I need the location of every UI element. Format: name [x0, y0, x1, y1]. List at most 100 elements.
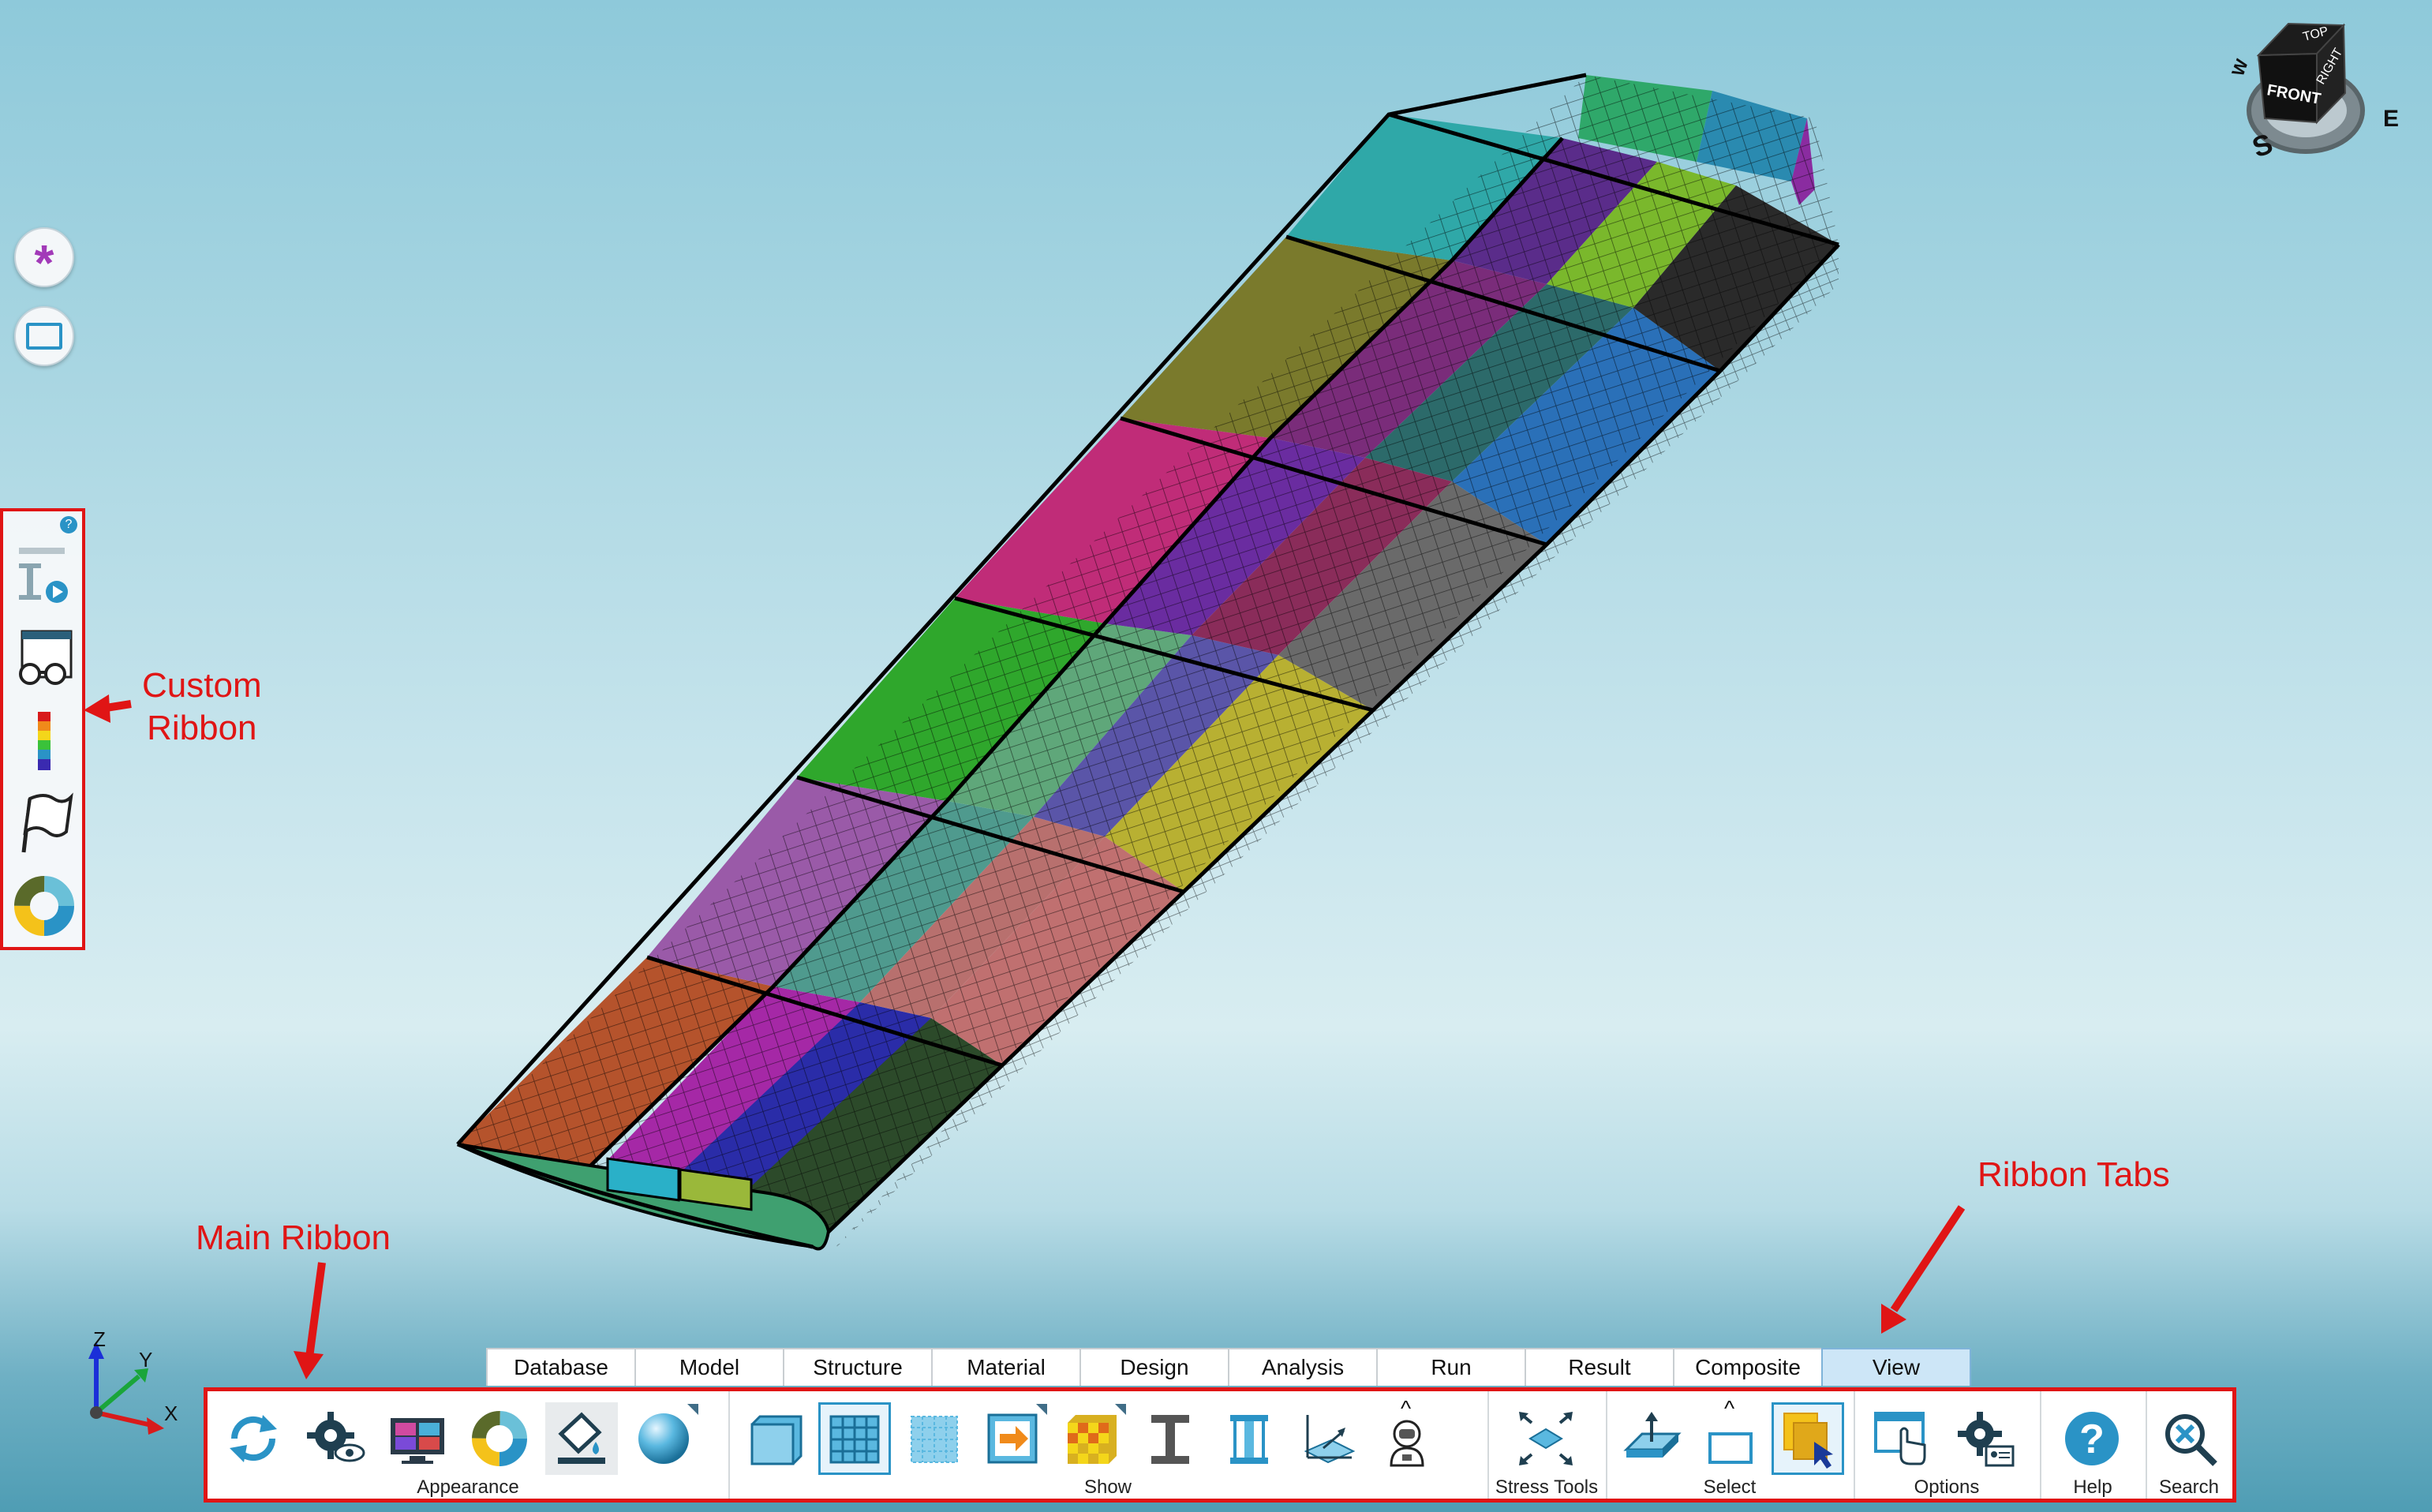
select-rect-button[interactable]: ^ — [1694, 1396, 1767, 1475]
search-icon — [2165, 1414, 2217, 1466]
group-label-appearance: Appearance — [417, 1476, 519, 1498]
compass-e-label[interactable]: E — [2383, 106, 2399, 132]
mesh-grid-button[interactable] — [818, 1402, 891, 1475]
arrow-panel-button[interactable] — [976, 1402, 1049, 1475]
fill-bucket-icon — [558, 1412, 605, 1464]
i-beam-button[interactable] — [1134, 1402, 1207, 1475]
custom-ribbon-item[interactable] — [13, 792, 76, 855]
view-settings-icon — [307, 1412, 365, 1462]
axis-triad: Z Y X — [88, 1327, 178, 1435]
dotted-mesh-button[interactable] — [897, 1402, 970, 1475]
select-layers-button[interactable] — [1772, 1402, 1844, 1475]
tab-composite[interactable]: Composite — [1673, 1348, 1823, 1386]
refresh-icon — [230, 1415, 277, 1462]
color-bar-icon — [38, 712, 51, 770]
window-pointer-icon — [1874, 1412, 1926, 1465]
i-beam-blue-icon — [1230, 1415, 1268, 1464]
group-label-options: Options — [1914, 1476, 1980, 1498]
group-label-search: Search — [2158, 1476, 2220, 1498]
axis-z-label: Z — [93, 1327, 106, 1351]
tab-result[interactable]: Result — [1525, 1348, 1674, 1386]
checker-panel-button[interactable] — [1055, 1402, 1128, 1475]
select-plane-button[interactable] — [1615, 1402, 1688, 1475]
3d-viewport[interactable]: TOP FRONT RIGHT S E W Z Y X — [0, 0, 2432, 1512]
help-icon: ? — [2065, 1412, 2119, 1465]
search-button[interactable] — [2153, 1402, 2226, 1475]
custom-ribbon-item[interactable] — [13, 546, 76, 609]
ribbon-group-help: ? Help — [2040, 1391, 2147, 1499]
color-ring-icon — [472, 1411, 527, 1466]
plane-axis-button[interactable] — [1292, 1402, 1364, 1475]
main-ribbon-annotation: Main Ribbon — [196, 1218, 391, 1257]
panel-button[interactable] — [739, 1402, 812, 1475]
rectangle-button[interactable] — [14, 306, 74, 366]
mesh-overlay — [458, 75, 1839, 1247]
select-layers-icon — [1783, 1413, 1833, 1469]
help-badge[interactable]: ? — [60, 516, 77, 533]
display-monitor-icon — [391, 1418, 444, 1464]
tab-analysis[interactable]: Analysis — [1228, 1348, 1378, 1386]
mesh-grid-icon — [829, 1415, 880, 1464]
ribbon-group-appearance: Appearance — [208, 1391, 730, 1499]
ribbon-group-options: Options — [1854, 1391, 2041, 1499]
i-beam-blue-button[interactable] — [1213, 1402, 1285, 1475]
caret-up-icon: ^ — [1724, 1396, 1735, 1420]
sphere-button[interactable] — [627, 1402, 700, 1475]
sphere-icon — [638, 1413, 689, 1464]
view-settings-button[interactable] — [299, 1402, 372, 1475]
options-gear-icon — [1958, 1412, 2015, 1467]
color-ring-button[interactable] — [463, 1402, 536, 1475]
fill-bucket-button[interactable] — [545, 1402, 618, 1475]
group-label-help: Help — [2073, 1476, 2112, 1498]
display-monitor-button[interactable] — [381, 1402, 454, 1475]
group-label-select: Select — [1703, 1476, 1757, 1498]
select-plane-icon — [1623, 1412, 1682, 1458]
tab-design[interactable]: Design — [1079, 1348, 1229, 1386]
stress-tools-icon — [1519, 1412, 1573, 1465]
glasses-window-icon — [19, 630, 73, 685]
astronaut-button[interactable]: ^ — [1371, 1396, 1443, 1475]
ribbon-group-show: ^ Show — [728, 1391, 1489, 1499]
group-label-show: Show — [1083, 1476, 1132, 1498]
custom-ribbon: ? — [0, 508, 85, 950]
tab-model[interactable]: Model — [634, 1348, 784, 1386]
group-label-stress-tools: Stress Tools — [1495, 1476, 1599, 1498]
arrow-panel-icon — [987, 1413, 1038, 1464]
stress-tools-button[interactable] — [1510, 1402, 1582, 1475]
svg-text:?: ? — [2079, 1417, 2105, 1462]
help-button[interactable]: ? — [2056, 1402, 2128, 1475]
custom-ribbon-item[interactable] — [13, 710, 76, 773]
plane-axis-icon — [1304, 1415, 1356, 1464]
color-wheel-icon — [14, 876, 74, 936]
tab-material[interactable]: Material — [931, 1348, 1081, 1386]
tab-view[interactable]: View — [1821, 1348, 1971, 1386]
custom-ribbon-item[interactable] — [13, 874, 76, 938]
flag-icon — [21, 792, 73, 853]
custom-ribbon-annotation: Custom Ribbon — [142, 666, 262, 747]
caret-up-icon: ^ — [1401, 1396, 1412, 1420]
ribbon-group-select: ^ Select — [1606, 1391, 1855, 1499]
asterisk-icon: * — [34, 234, 54, 291]
i-beam-icon — [1151, 1415, 1189, 1464]
ribbon-tabs: Database Model Structure Material Design… — [486, 1348, 1971, 1386]
checker-panel-icon — [1068, 1415, 1117, 1464]
beam-play-icon — [19, 548, 68, 603]
main-ribbon: Appearance ^ Show Stress Tools ^ Select … — [204, 1387, 2236, 1503]
ribbon-tabs-annotation: Ribbon Tabs — [1977, 1155, 2170, 1194]
tab-structure[interactable]: Structure — [783, 1348, 933, 1386]
axis-y-label: Y — [139, 1348, 152, 1372]
tab-database[interactable]: Database — [486, 1348, 636, 1386]
asterisk-button[interactable]: * — [14, 227, 74, 291]
window-pointer-button[interactable] — [1865, 1402, 1937, 1475]
panel-icon — [750, 1415, 803, 1465]
compass-w-label[interactable]: W — [2228, 56, 2252, 78]
wing-model[interactable] — [456, 73, 1840, 1255]
refresh-button[interactable] — [217, 1402, 290, 1475]
custom-ribbon-item[interactable] — [13, 628, 76, 691]
ribbon-group-search: Search — [2146, 1391, 2232, 1499]
options-gear-button[interactable] — [1948, 1402, 2021, 1475]
dotted-mesh-icon — [911, 1416, 958, 1463]
axis-x-label: X — [164, 1402, 178, 1425]
tab-run[interactable]: Run — [1376, 1348, 1526, 1386]
view-cube[interactable]: TOP FRONT RIGHT S E W — [2228, 22, 2399, 164]
